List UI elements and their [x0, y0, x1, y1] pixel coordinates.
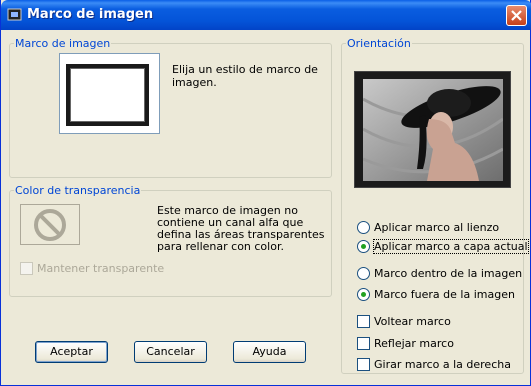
close-icon	[511, 10, 522, 21]
rotate-frame-box[interactable]	[357, 358, 370, 371]
flip-frame-box[interactable]	[357, 315, 370, 328]
portrait-photo	[363, 79, 503, 181]
frame-description: Elija un estilo de marco de imagen.	[172, 63, 318, 89]
frame-outside-dot[interactable]	[357, 288, 370, 301]
frame-group-label: Marco de imagen	[14, 37, 112, 50]
window-title: Marco de imagen	[27, 7, 154, 22]
close-button[interactable]	[506, 5, 527, 26]
frame-inside-dot[interactable]	[357, 267, 370, 280]
ok-button[interactable]: Aceptar	[35, 341, 108, 363]
frame-style-swatch	[66, 64, 149, 126]
keep-transparent-box[interactable]	[20, 262, 33, 275]
flip-frame-label: Voltear marco	[374, 315, 451, 328]
frame-outside-radio[interactable]: Marco fuera de la imagen	[357, 288, 515, 301]
rotate-frame-label: Girar marco a la derecha	[374, 358, 511, 371]
orientation-preview-image	[354, 71, 511, 188]
frame-inside-label: Marco dentro de la imagen	[374, 267, 523, 280]
app-icon	[7, 8, 22, 21]
apply-to-layer-dot[interactable]	[357, 240, 370, 253]
cancel-button[interactable]: Cancelar	[134, 341, 207, 363]
orientation-group-label: Orientación	[346, 37, 412, 50]
keep-transparent-checkbox[interactable]: Mantener transparente	[20, 262, 164, 275]
mirror-frame-box[interactable]	[357, 337, 370, 350]
frame-inside-radio[interactable]: Marco dentro de la imagen	[357, 267, 522, 280]
transparency-color-swatch[interactable]	[20, 204, 80, 245]
mirror-frame-checkbox[interactable]: Reflejar marco	[357, 337, 454, 350]
apply-to-canvas-label: Aplicar marco al lienzo	[374, 221, 500, 234]
keep-transparent-label: Mantener transparente	[37, 262, 165, 275]
apply-to-canvas-radio[interactable]: Aplicar marco al lienzo	[357, 221, 499, 234]
flip-frame-checkbox[interactable]: Voltear marco	[357, 315, 451, 328]
frame-outside-label: Marco fuera de la imagen	[374, 288, 515, 301]
frame-dialog: Marco de imagen Marco de imagen Elija un…	[0, 0, 531, 386]
transparency-group-label: Color de transparencia	[14, 184, 142, 197]
transparency-description: Este marco de imagen no contiene un cana…	[157, 204, 325, 253]
apply-to-canvas-dot[interactable]	[357, 221, 370, 234]
mirror-frame-label: Reflejar marco	[374, 337, 454, 350]
apply-to-layer-label: Aplicar marco a capa actual	[373, 239, 529, 254]
title-bar[interactable]: Marco de imagen	[1, 0, 531, 30]
rotate-frame-checkbox[interactable]: Girar marco a la derecha	[357, 358, 511, 371]
apply-to-layer-radio[interactable]: Aplicar marco a capa actual	[357, 239, 529, 254]
frame-style-preview[interactable]	[59, 53, 160, 134]
no-entry-icon	[34, 209, 66, 241]
help-button[interactable]: Ayuda	[233, 341, 306, 363]
